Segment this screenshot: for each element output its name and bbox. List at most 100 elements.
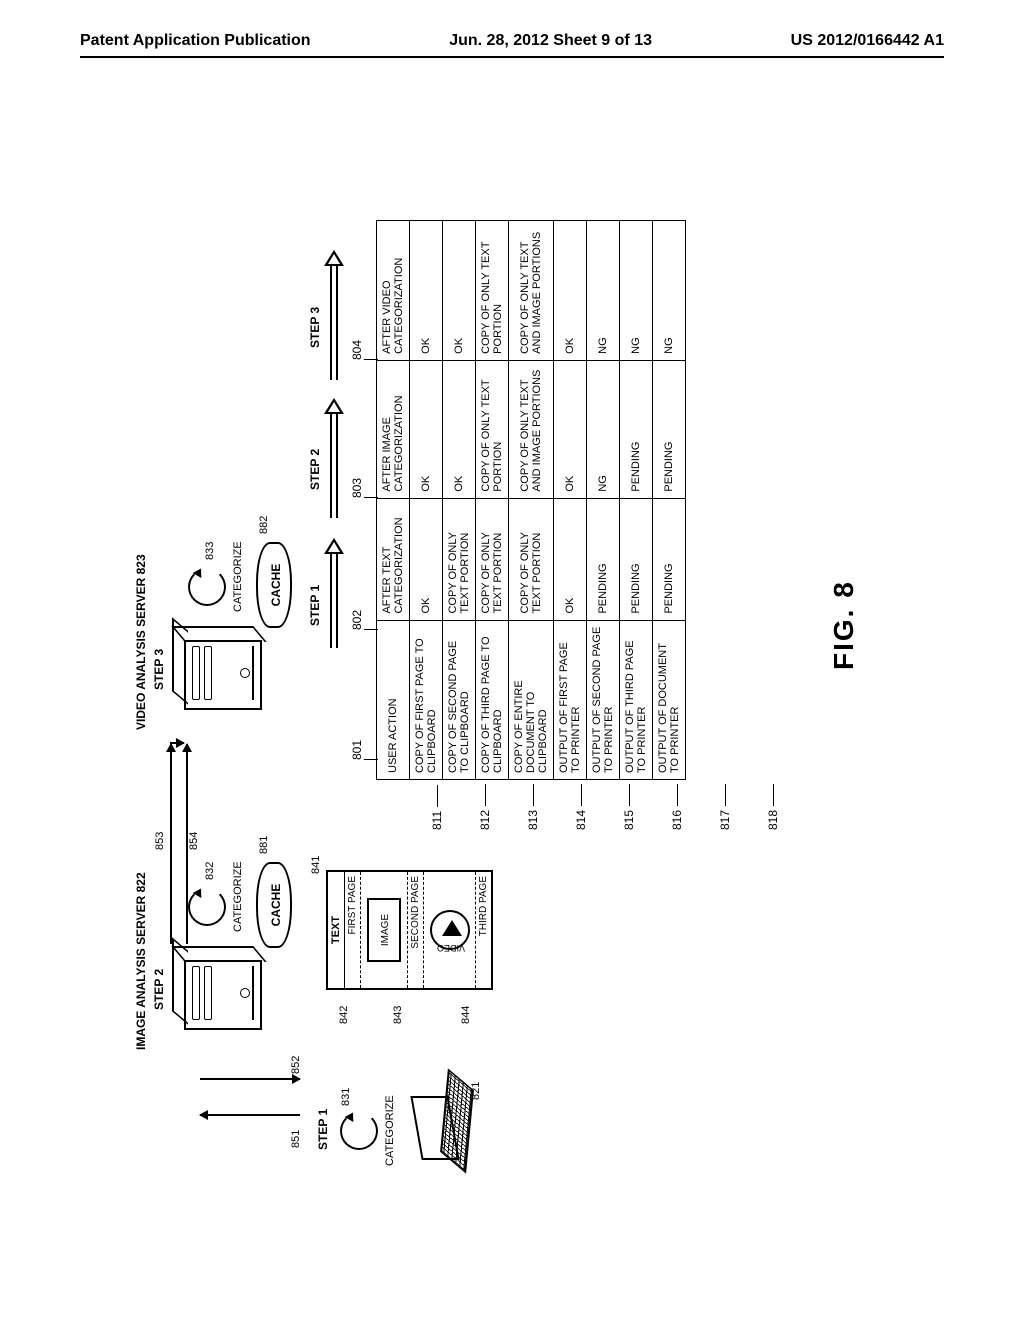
table-header-row: USER ACTION AFTER TEXT CATEGORIZATION AF… [377,221,410,780]
row-ref: 812 [478,784,492,830]
ref-841: 841 [310,856,322,874]
categorize-loop-1-icon [340,1112,378,1150]
doc-video-label: VIDEO [437,943,465,953]
doc-first-page: FIRST PAGE [345,872,361,988]
categorize-loop-2-icon [188,888,226,926]
doc-third-page: THIRD PAGE [476,872,491,988]
table-cell: OK [554,498,587,620]
table-row: COPY OF THIRD PAGE TO CLIPBOARDCOPY OF O… [476,221,509,780]
table-cell: OK [443,221,476,361]
table-cell: COPY OF ONLY TEXT AND IMAGE PORTIONS [509,360,554,498]
row-ref: 813 [526,784,540,830]
arrow-851-icon [200,1114,300,1116]
row-ref: 817 [718,784,732,830]
ref-831: 831 [340,1088,352,1106]
laptop-icon [416,1076,472,1166]
header-rule [80,56,944,58]
table-cell: OK [443,360,476,498]
results-table: USER ACTION AFTER TEXT CATEGORIZATION AF… [376,220,686,780]
table-row: COPY OF FIRST PAGE TO CLIPBOARDOKOKOK [410,221,443,780]
label-table-step3: STEP 3 [308,307,322,348]
table-row: OUTPUT OF THIRD PAGE TO PRINTERPENDINGPE… [620,221,653,780]
document-pages: TEXT FIRST PAGE IMAGE SECOND PAGE VIDEO … [326,870,493,990]
table-row: OUTPUT OF DOCUMENT TO PRINTERPENDINGPEND… [653,221,686,780]
table-cell: PENDING [587,498,620,620]
col-after-image: AFTER IMAGE CATEGORIZATION [377,360,410,498]
ref-854: 854 [188,832,200,850]
doc-second-page: SECOND PAGE [408,872,424,988]
ref-881: 881 [258,836,270,854]
ref-821: 821 [470,1082,482,1100]
table-row: COPY OF ENTIRE DOCUMENT TO CLIPBOARDCOPY… [509,221,554,780]
figure-area: CATEGORIZE 831 STEP 1 821 851 852 IMAGE … [140,160,900,1210]
table-row: OUTPUT OF FIRST PAGE TO PRINTEROKOKOK [554,221,587,780]
label-video-server: VIDEO ANALYSIS SERVER 823 [134,554,148,730]
table-cell: COPY OF ONLY TEXT PORTION [509,498,554,620]
row-ref: 815 [622,784,636,830]
table-cell: COPY OF ONLY TEXT PORTION [476,221,509,361]
table-cell: OUTPUT OF SECOND PAGE TO PRINTER [587,620,620,779]
cache-2-icon: CACHE [256,542,292,628]
table-cell: NG [587,360,620,498]
table-cell: OUTPUT OF DOCUMENT TO PRINTER [653,620,686,779]
col-user-action: USER ACTION [377,620,410,779]
label-table-step2: STEP 2 [308,449,322,490]
ref-843: 843 [392,1006,404,1024]
header-right: US 2012/0166442 A1 [791,32,944,50]
row-ref: 818 [766,784,780,830]
table-cell: PENDING [653,498,686,620]
ref-833: 833 [204,542,216,560]
categorize-loop-3-icon [188,568,226,606]
table-cell: NG [587,221,620,361]
ref-832: 832 [204,862,216,880]
video-server-icon [184,640,262,710]
table-cell: NG [653,221,686,361]
label-step1: STEP 1 [316,1109,330,1150]
table-cell: COPY OF ONLY TEXT AND IMAGE PORTIONS [509,221,554,361]
ref-882: 882 [258,516,270,534]
label-categorize-1: CATEGORIZE [384,1095,396,1166]
cache-1-icon: CACHE [256,862,292,948]
table-row: COPY OF SECOND PAGE TO CLIPBOARDCOPY OF … [443,221,476,780]
table-cell: OUTPUT OF FIRST PAGE TO PRINTER [554,620,587,779]
header-mid: Jun. 28, 2012 Sheet 9 of 13 [449,32,652,50]
ref-852: 852 [290,1056,302,1074]
table-row: OUTPUT OF SECOND PAGE TO PRINTERPENDINGN… [587,221,620,780]
label-categorize-3: CATEGORIZE [232,541,244,612]
col-after-text: AFTER TEXT CATEGORIZATION [377,498,410,620]
page-header: Patent Application Publication Jun. 28, … [0,0,1024,56]
label-table-step1: STEP 1 [308,585,322,626]
ref-853: 853 [154,832,166,850]
image-server-icon [184,960,262,1030]
arrow-852-icon [200,1078,300,1080]
doc-video-box: VIDEO [430,910,470,950]
row-ref: 814 [574,784,588,830]
table-cell: COPY OF FIRST PAGE TO CLIPBOARD [410,620,443,779]
table-cell: PENDING [620,360,653,498]
col-after-video: AFTER VIDEO CATEGORIZATION [377,221,410,361]
row-ref: 816 [670,784,684,830]
label-step-top2: STEP 2 [152,969,166,1010]
figure-rotated: CATEGORIZE 831 STEP 1 821 851 852 IMAGE … [140,160,900,1210]
table-cell: OK [410,498,443,620]
table-cell: OK [554,221,587,361]
arrow-854-b-icon [170,742,184,744]
arrow-853-icon [170,744,172,944]
doc-image-box: IMAGE [367,898,401,962]
label-image-server: IMAGE ANALYSIS SERVER 822 [134,872,148,1050]
table-cell: OK [410,360,443,498]
figure-label: FIG. 8 [828,580,860,670]
table-cell: OK [554,360,587,498]
ref-842: 842 [338,1006,350,1024]
table-cell: COPY OF ENTIRE DOCUMENT TO CLIPBOARD [509,620,554,779]
table-cell: OUTPUT OF THIRD PAGE TO PRINTER [620,620,653,779]
header-left: Patent Application Publication [80,32,311,50]
table-cell: PENDING [620,498,653,620]
step2-arrow-icon [324,398,344,518]
table-cell: COPY OF ONLY TEXT PORTION [476,498,509,620]
step3-arrow-icon [324,250,344,380]
table-cell: OK [410,221,443,361]
table-cell: COPY OF ONLY TEXT PORTION [443,498,476,620]
table-cell: PENDING [653,360,686,498]
row-ref: 811 [430,785,444,830]
